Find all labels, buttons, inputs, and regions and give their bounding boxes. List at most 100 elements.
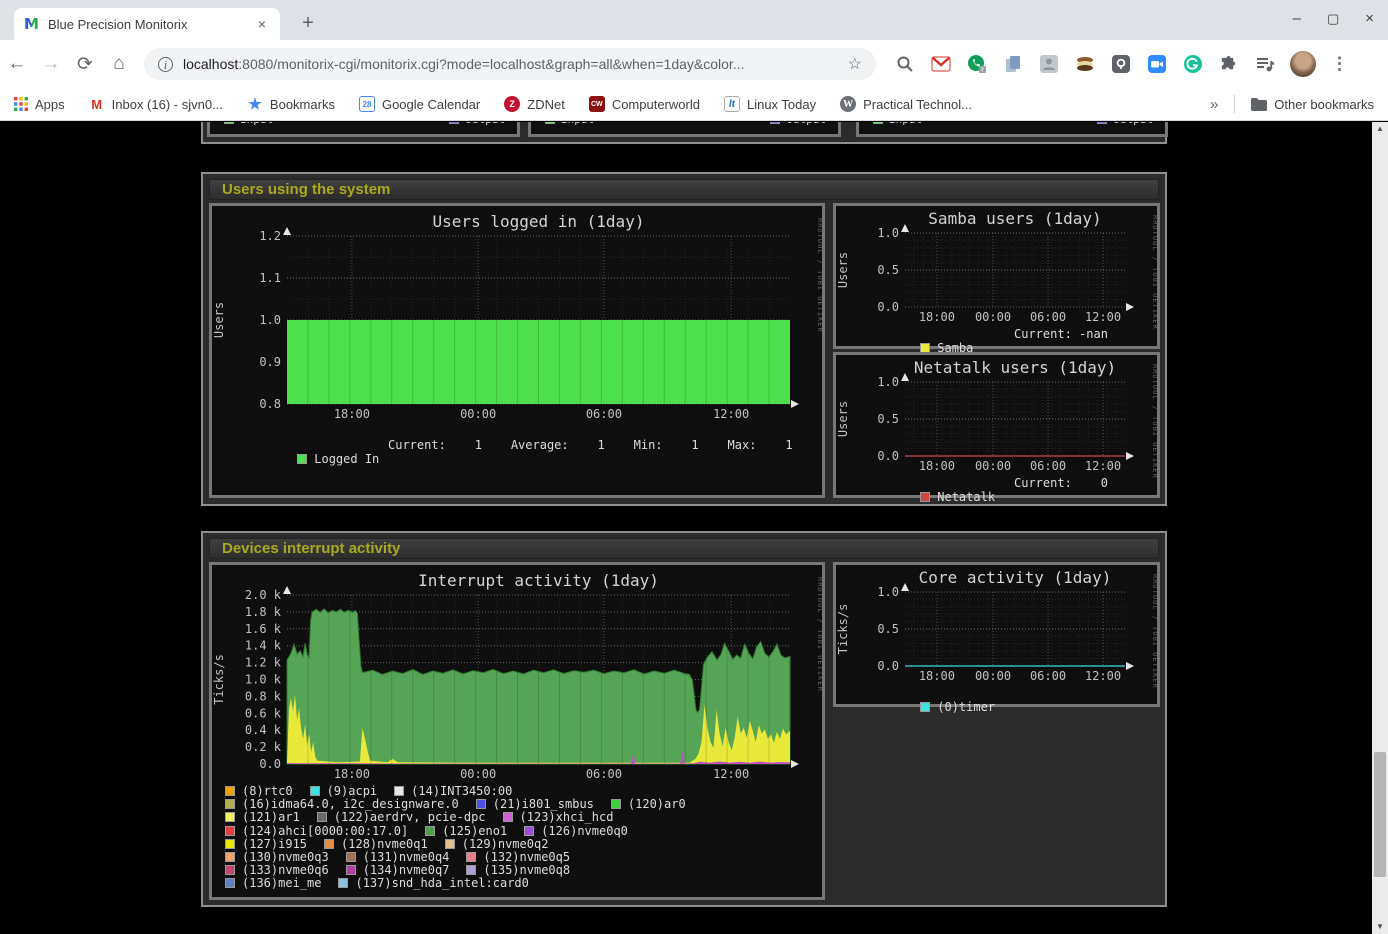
- partial-graph-panel[interactable]: Input Output: [528, 122, 841, 137]
- page-scrollbar[interactable]: ▲ ▼: [1372, 122, 1388, 934]
- input-legend-label: Input: [561, 122, 594, 126]
- reload-icon[interactable]: ⟳: [68, 53, 102, 76]
- back-icon[interactable]: ←: [0, 53, 34, 75]
- section-users: Users using the system 0.80.91.01.11.218…: [201, 172, 1167, 506]
- grammarly-icon[interactable]: [1182, 54, 1203, 75]
- new-tab-button[interactable]: +: [296, 12, 320, 36]
- bookmark-star-icon[interactable]: ☆: [848, 54, 862, 74]
- bookmark-inbox[interactable]: M Inbox (16) - sjvn0...: [89, 96, 223, 112]
- svg-text:Users: Users: [836, 401, 850, 437]
- bookmark-label: Linux Today: [747, 97, 816, 112]
- lock-ext-icon[interactable]: [1110, 54, 1131, 75]
- scrollbar-down-icon[interactable]: ▼: [1372, 920, 1388, 934]
- svg-text:0.6 k: 0.6 k: [245, 706, 282, 720]
- bookmark-apps[interactable]: Apps: [14, 97, 65, 112]
- profile-avatar[interactable]: [1290, 51, 1316, 77]
- bookmark-label: Inbox (16) - sjvn0...: [112, 97, 223, 112]
- svg-text:1.0 k: 1.0 k: [245, 673, 282, 687]
- users-logged-in-graph[interactable]: 0.80.91.01.11.218:0000:0006:0012:00Users…: [209, 203, 825, 498]
- svg-text:00:00: 00:00: [975, 310, 1011, 324]
- legend-row: (121)ar1(122)aerdrv, pcie-dpc(123)xhci_h…: [225, 811, 703, 824]
- page-info-icon[interactable]: i: [158, 57, 173, 72]
- legend-swatch: [503, 812, 513, 822]
- maximize-icon[interactable]: ▢: [1327, 8, 1339, 30]
- svg-text:18:00: 18:00: [919, 459, 955, 473]
- svg-text:12:00: 12:00: [713, 407, 749, 421]
- netatalk-users-graph[interactable]: 0.00.51.018:0000:0006:0012:00Netatalk us…: [833, 352, 1160, 498]
- svg-text:0.8 k: 0.8 k: [245, 689, 282, 703]
- person-ext-icon[interactable]: [1038, 54, 1059, 75]
- browser-tab[interactable]: M Blue Precision Monitorix ×: [14, 8, 280, 40]
- bookmarks-overflow-chevron[interactable]: »: [1210, 96, 1218, 113]
- browser-toolbar: ← → ⟳ ⌂ i localhost:8080/monitorix-cgi/m…: [0, 40, 1388, 88]
- video-camera-icon[interactable]: [1146, 54, 1167, 75]
- section-title-users: Users using the system: [209, 179, 1159, 200]
- search-icon[interactable]: [894, 54, 915, 75]
- samba-users-graph[interactable]: 0.00.51.018:0000:0006:0012:00Samba users…: [833, 203, 1160, 349]
- svg-text:12:00: 12:00: [1085, 459, 1121, 473]
- bookmark-practical-technology[interactable]: W Practical Technol...: [840, 96, 972, 112]
- legend-swatch: [225, 826, 235, 836]
- svg-text:Users: Users: [836, 252, 850, 288]
- copy-pages-icon[interactable]: [1002, 54, 1023, 75]
- svg-text:00:00: 00:00: [460, 767, 496, 781]
- svg-text:RRDTOOL / TOBI OETIKER: RRDTOOL / TOBI OETIKER: [1151, 364, 1157, 479]
- input-legend-label: Input: [240, 122, 273, 126]
- output-legend-label: Output: [465, 122, 505, 126]
- legend-swatch: [466, 852, 476, 862]
- svg-text:Samba users (1day): Samba users (1day): [928, 209, 1101, 228]
- bookmark-label: Other bookmarks: [1274, 97, 1374, 112]
- scrollbar-thumb[interactable]: [1374, 752, 1386, 877]
- svg-text:Core activity (1day): Core activity (1day): [919, 568, 1112, 587]
- core-activity-graph[interactable]: 0.00.51.018:0000:0006:0012:00Core activi…: [833, 562, 1160, 707]
- interrupt-activity-graph[interactable]: 0.00.2 k0.4 k0.6 k0.8 k1.0 k1.2 k1.4 k1.…: [209, 562, 825, 900]
- svg-text:0.0: 0.0: [877, 449, 899, 463]
- svg-text:Users logged in (1day): Users logged in (1day): [433, 212, 645, 231]
- partial-graph-panel[interactable]: Input Output: [856, 122, 1168, 137]
- playlist-icon[interactable]: [1254, 54, 1275, 75]
- svg-text:Interrupt activity (1day): Interrupt activity (1day): [418, 571, 659, 590]
- url-host: localhost: [183, 56, 238, 72]
- minimize-icon[interactable]: –: [1293, 8, 1301, 30]
- voice-call-icon[interactable]: ?: [966, 54, 987, 75]
- svg-text:06:00: 06:00: [1030, 310, 1066, 324]
- stack-ext-icon[interactable]: [1074, 54, 1095, 75]
- wordpress-icon: W: [840, 96, 856, 112]
- tab-close-icon[interactable]: ×: [254, 16, 270, 32]
- svg-text:00:00: 00:00: [460, 407, 496, 421]
- monitorix-favicon: M: [24, 16, 40, 32]
- puzzle-extensions-icon[interactable]: [1218, 54, 1239, 75]
- legend-row: (124)ahci[0000:00:17.0](125)eno1(126)nvm…: [225, 825, 703, 838]
- bookmark-linux-today[interactable]: lt Linux Today: [724, 96, 816, 112]
- gmail-inbox-icon: M: [89, 96, 105, 112]
- bookmark-google-calendar[interactable]: 28 Google Calendar: [359, 96, 480, 112]
- home-icon[interactable]: ⌂: [102, 53, 136, 75]
- browser-menu-icon[interactable]: ⋮: [1331, 54, 1345, 74]
- scrollbar-up-icon[interactable]: ▲: [1372, 122, 1388, 136]
- gmail-icon[interactable]: [930, 54, 951, 75]
- svg-text:1.4 k: 1.4 k: [245, 639, 282, 653]
- address-bar[interactable]: i localhost:8080/monitorix-cgi/monitorix…: [144, 48, 876, 80]
- input-legend-swatch: [545, 122, 555, 124]
- close-window-icon[interactable]: ×: [1365, 8, 1374, 30]
- bookmark-computerworld[interactable]: CW Computerworld: [589, 96, 700, 112]
- url-text[interactable]: localhost:8080/monitorix-cgi/monitorix.c…: [183, 56, 840, 72]
- star-icon: ★: [247, 96, 263, 112]
- svg-text:06:00: 06:00: [1030, 459, 1066, 473]
- output-legend-label: Output: [786, 122, 826, 126]
- legend-swatch: [310, 786, 320, 796]
- window-controls: – ▢ ×: [1293, 8, 1374, 30]
- other-bookmarks[interactable]: Other bookmarks: [1251, 97, 1374, 112]
- bookmark-zdnet[interactable]: Z ZDNet: [504, 96, 565, 112]
- output-legend-swatch: [449, 122, 459, 124]
- forward-icon[interactable]: →: [34, 53, 68, 75]
- bookmark-bookmarks[interactable]: ★ Bookmarks: [247, 96, 335, 112]
- legend-swatch: [346, 865, 356, 875]
- core-chart-legend: (0)timer: [848, 686, 1151, 728]
- samba-current-value: Current: -nan: [1014, 327, 1108, 341]
- svg-text:06:00: 06:00: [586, 407, 622, 421]
- bookmark-label: Computerworld: [612, 97, 700, 112]
- svg-text:1.0: 1.0: [877, 226, 899, 240]
- svg-text:18:00: 18:00: [334, 407, 370, 421]
- partial-graph-panel[interactable]: Input Output: [207, 122, 520, 137]
